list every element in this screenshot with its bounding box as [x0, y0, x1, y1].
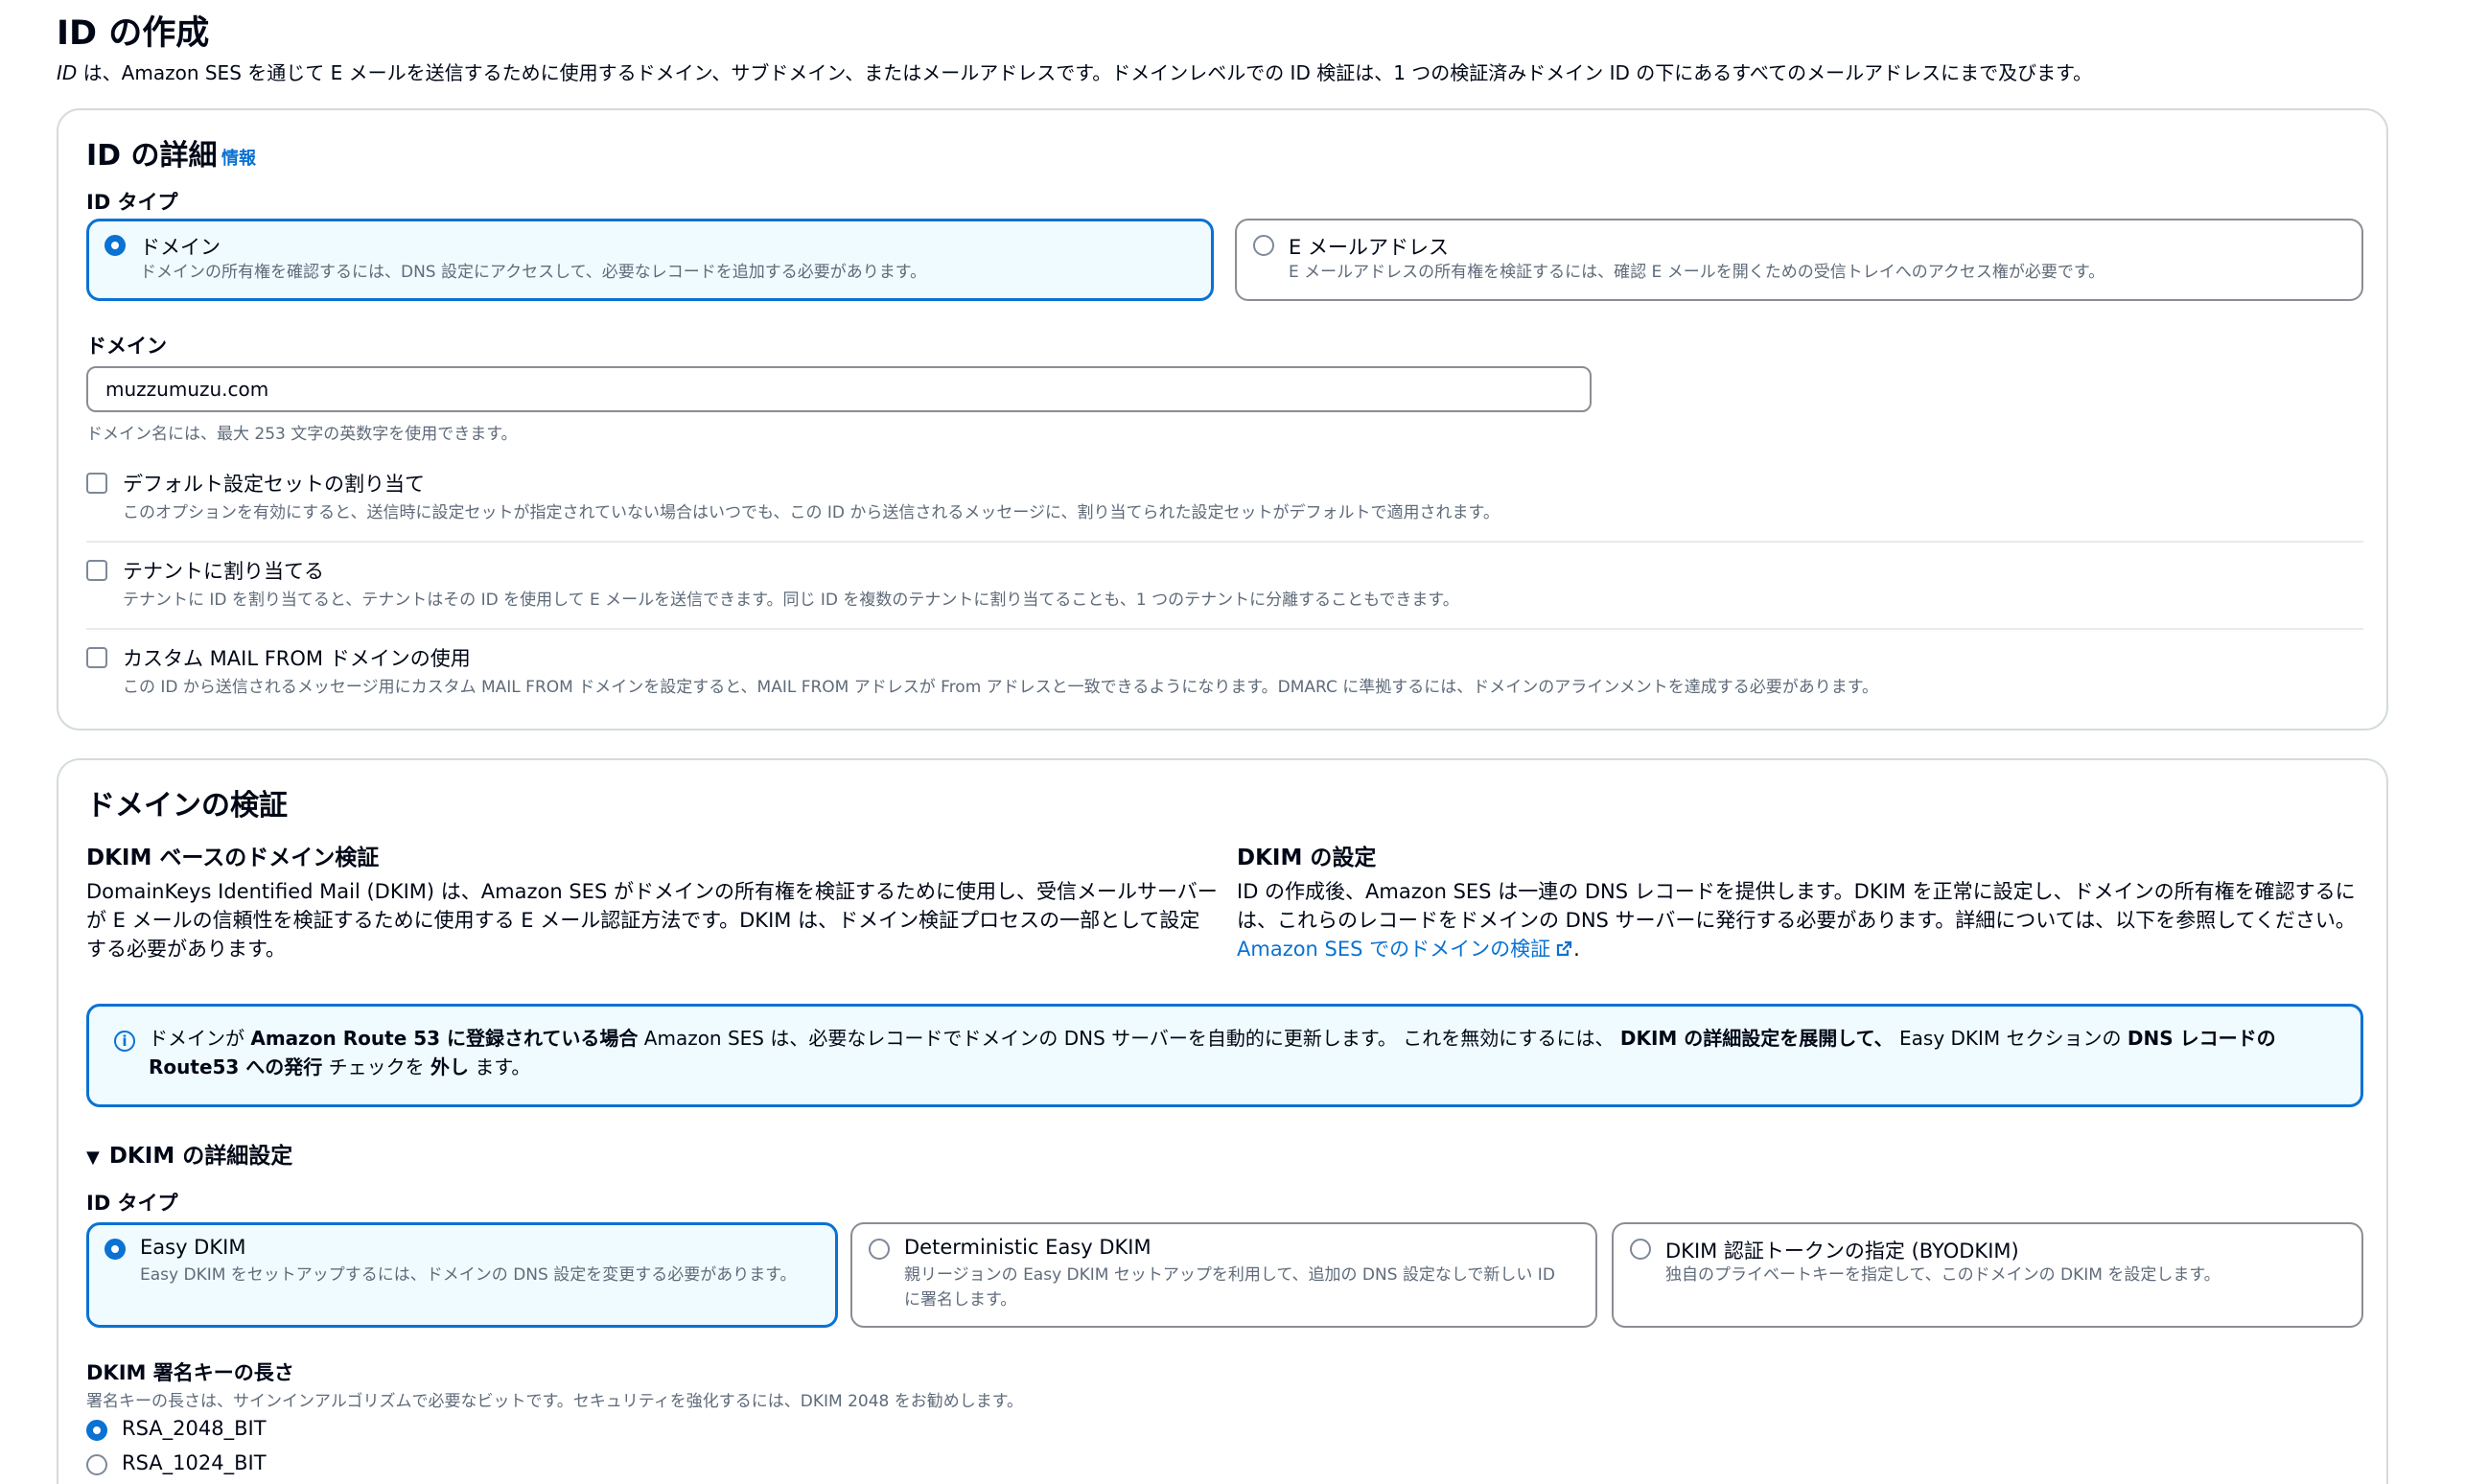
radio-easy-dkim[interactable]: [105, 1239, 126, 1260]
check-title: デフォルト設定セットの割り当て: [123, 473, 425, 496]
radio-email[interactable]: [1253, 235, 1274, 256]
link-tail: .: [1573, 938, 1580, 961]
id-type-label: ID タイプ: [86, 191, 178, 214]
check-title: テナントに割り当てる: [123, 560, 324, 583]
checkbox-assign-tenant[interactable]: [86, 560, 107, 581]
id-details-heading: ID の詳細: [86, 139, 218, 173]
domain-verification-link[interactable]: Amazon SES でのドメインの検証: [1237, 938, 1573, 961]
alert-text: ドメインが Amazon Route 53 に登録されている場合 Amazon …: [149, 1024, 2325, 1081]
dkim-settings-body: ID の作成後、Amazon SES は一連の DNS レコードを提供します。D…: [1237, 877, 2368, 963]
page-title: ID の作成: [57, 14, 210, 53]
id-details-panel: ID の詳細 情報 ID タイプ ドメイン ドメインの所有権を確認するには、DN…: [57, 108, 2388, 730]
divider: [86, 541, 2363, 543]
tile-title: Easy DKIM: [140, 1236, 246, 1259]
route53-info-alert: i ドメインが Amazon Route 53 に登録されている場合 Amazo…: [86, 1004, 2363, 1107]
alert-part: ドメインが: [149, 1027, 251, 1050]
check-title: カスタム MAIL FROM ドメインの使用: [123, 647, 471, 670]
radio-domain[interactable]: [105, 235, 126, 256]
alert-part: Amazon SES は、必要なレコードでドメインの DNS サーバーを自動的に…: [638, 1027, 1620, 1050]
domain-verification-heading: ドメインの検証: [86, 789, 288, 823]
deterministic-easy-dkim-tile[interactable]: Deterministic Easy DKIM 親リージョンの Easy DKI…: [850, 1222, 1597, 1328]
tile-title: Deterministic Easy DKIM: [904, 1236, 1151, 1259]
domain-label: ドメイン: [86, 335, 167, 358]
key-length-hint: 署名キーの長さは、サインインアルゴリズムで必要なビットです。セキュリティを強化す…: [86, 1392, 1024, 1411]
checkbox-default-config-set[interactable]: [86, 473, 107, 494]
external-link-icon: [1557, 940, 1572, 957]
tile-title: E メールアドレス: [1289, 236, 1449, 259]
checkbox-custom-mail-from[interactable]: [86, 647, 107, 668]
dkim-verification-title: DKIM ベースのドメイン検証: [86, 846, 380, 870]
domain-hint: ドメイン名には、最大 253 文字の英数字を使用できます。: [86, 425, 518, 444]
tile-desc: Easy DKIM をセットアップするには、ドメインの DNS 設定を変更する必…: [140, 1265, 797, 1285]
dkim-settings-title: DKIM の設定: [1237, 846, 1377, 870]
key-option-label: RSA_2048_BIT: [122, 1417, 267, 1440]
id-type-domain-tile[interactable]: ドメイン ドメインの所有権を確認するには、DNS 設定にアクセスして、必要なレコ…: [86, 219, 1214, 301]
domain-verification-panel: ドメインの検証 DKIM ベースのドメイン検証 DomainKeys Ident…: [57, 758, 2388, 1484]
alert-bold: DKIM の詳細設定を展開して、: [1619, 1027, 1894, 1050]
radio-rsa-1024[interactable]: [86, 1454, 107, 1475]
byodkim-tile[interactable]: DKIM 認証トークンの指定 (BYODKIM) 独自のプライベートキーを指定し…: [1612, 1222, 2363, 1328]
tile-title: DKIM 認証トークンの指定 (BYODKIM): [1665, 1240, 2019, 1263]
dkim-verification-body: DomainKeys Identified Mail (DKIM) は、Amaz…: [86, 880, 1218, 961]
easy-dkim-tile[interactable]: Easy DKIM Easy DKIM をセットアップするには、ドメインの DN…: [86, 1222, 838, 1328]
desc-lead: ID: [57, 61, 78, 84]
check-desc: テナントに ID を割り当てると、テナントはその ID を使用して E メールを…: [123, 591, 1459, 610]
tile-desc: ドメインの所有権を確認するには、DNS 設定にアクセスして、必要なレコードを追加…: [140, 263, 927, 282]
alert-bold: 外し: [430, 1055, 470, 1078]
tile-title: ドメイン: [140, 236, 221, 259]
domain-input[interactable]: [86, 366, 1592, 412]
check-desc: このオプションを有効にすると、送信時に設定セットが指定されていない場合はいつでも…: [123, 503, 1500, 522]
key-option-label: RSA_1024_BIT: [122, 1451, 267, 1474]
id-type-email-tile[interactable]: E メールアドレス E メールアドレスの所有権を検証するには、確認 E メールを…: [1235, 219, 2363, 301]
caret-down-icon: ▼: [86, 1148, 100, 1168]
info-link[interactable]: 情報: [221, 145, 256, 170]
alert-part: チェックを: [322, 1055, 431, 1078]
alert-part: Easy DKIM セクションの: [1893, 1027, 2128, 1050]
tile-desc: 独自のプライベートキーを指定して、このドメインの DKIM を設定します。: [1665, 1265, 2221, 1285]
radio-rsa-2048[interactable]: [86, 1420, 107, 1441]
desc-rest: は、Amazon SES を通じて E メールを送信するために使用するドメイン、…: [77, 61, 2093, 84]
info-icon: i: [114, 1031, 135, 1052]
dkim-id-type-label: ID タイプ: [86, 1192, 178, 1215]
tile-desc: 親リージョンの Easy DKIM セットアップを利用して、追加の DNS 設定…: [904, 1265, 1555, 1310]
dkim-settings-text: ID の作成後、Amazon SES は一連の DNS レコードを提供します。D…: [1237, 880, 2356, 932]
radio-deterministic-easy-dkim[interactable]: [869, 1239, 890, 1260]
dkim-advanced-expander[interactable]: ▼ DKIM の詳細設定: [86, 1137, 292, 1170]
link-text[interactable]: Amazon SES でのドメインの検証: [1237, 938, 1550, 961]
divider: [86, 628, 2363, 630]
check-desc: この ID から送信されるメッセージ用にカスタム MAIL FROM ドメインを…: [123, 678, 1879, 697]
alert-bold: Amazon Route 53 に登録されている場合: [250, 1027, 639, 1050]
page-description: ID は、Amazon SES を通じて E メールを送信するために使用するドメ…: [57, 58, 2092, 85]
tile-desc: E メールアドレスの所有権を検証するには、確認 E メールを開くための受信トレイ…: [1289, 263, 2105, 282]
alert-part: ます。: [469, 1055, 531, 1078]
expander-label: DKIM の詳細設定: [108, 1144, 293, 1169]
radio-byodkim[interactable]: [1630, 1239, 1651, 1260]
key-length-label: DKIM 署名キーの長さ: [86, 1361, 294, 1384]
